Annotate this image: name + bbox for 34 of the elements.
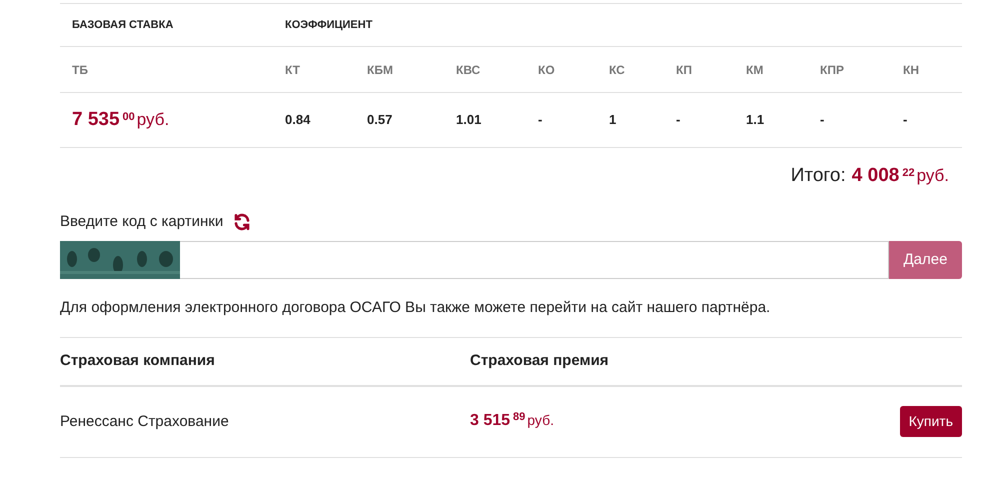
coefficient-value: 1.01 <box>456 112 482 127</box>
next-button[interactable]: Далее <box>889 241 962 279</box>
total-price: 4 008$^{22}$ руб. <box>852 164 949 188</box>
partner-note: Для оформления электронного договора ОСАГО Вы также можете перейти на сайт нашего партнёра. <box>60 297 962 338</box>
coefficient-value: 0.84 <box>285 112 310 127</box>
column-header: Страховая компания <box>60 352 215 369</box>
column-header: КБМ <box>367 62 393 76</box>
coefficient-value: 1 <box>609 112 616 127</box>
column-header: ТБ <box>72 62 88 76</box>
column-header: КП <box>676 62 692 76</box>
premium-price: 3 515 $^{89}$ руб. <box>470 412 554 428</box>
column-header: КПР <box>820 62 844 76</box>
total-label: Итого: <box>790 164 846 188</box>
column-header: Страховая премия <box>470 352 609 369</box>
group-header: КОЭФФИЦИЕНТ <box>285 18 372 33</box>
column-header: КС <box>609 62 625 76</box>
coefficient-value: - <box>903 112 908 127</box>
coefficient-value: - <box>676 112 680 127</box>
company-name: Ренессанс Страхование <box>60 412 229 430</box>
base-rate-price: 7 535$^{00}$ руб. <box>72 112 170 129</box>
column-header: КТ <box>285 62 300 76</box>
coefficient-value: - <box>538 112 542 127</box>
group-header: БАЗОВАЯ СТАВКА <box>71 18 174 33</box>
column-header: КН <box>903 62 919 76</box>
refresh-icon[interactable] <box>233 212 252 231</box>
buy-button[interactable]: Купить <box>900 406 962 437</box>
coefficient-value: 0.57 <box>367 112 392 127</box>
coefficient-value: 1.1 <box>746 112 764 127</box>
column-header: КО <box>538 62 555 76</box>
captcha-field[interactable] <box>180 241 889 279</box>
coefficient-value: - <box>820 112 824 127</box>
column-header: КВС <box>456 62 480 76</box>
captcha-label: Введите код с картинки <box>60 212 224 232</box>
column-header: КМ <box>746 62 764 76</box>
